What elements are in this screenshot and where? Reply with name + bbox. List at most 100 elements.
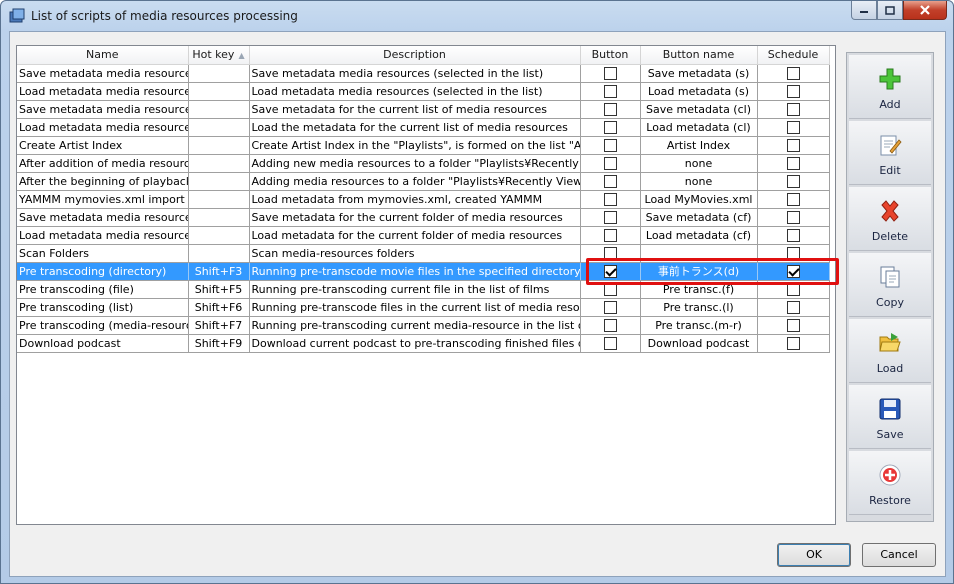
table-row[interactable]: Pre transcoding (list) Shift+F6 Running pr… [17, 298, 830, 317]
edit-button[interactable]: Edit [849, 121, 931, 185]
schedule-enabled-checkbox[interactable] [786, 282, 800, 296]
button-enabled-checkbox[interactable] [603, 228, 617, 242]
cell-hotkey: Shift+F5 [188, 280, 250, 299]
load-button[interactable]: Load [849, 319, 931, 383]
column-header-hotkey[interactable]: Hot key ▲ [188, 46, 250, 65]
maximize-icon [885, 5, 895, 15]
schedule-enabled-checkbox[interactable] [786, 138, 800, 152]
column-header-button-name[interactable]: Button name [640, 46, 758, 65]
minimize-button[interactable] [851, 1, 877, 20]
schedule-enabled-checkbox[interactable] [786, 210, 800, 224]
schedule-enabled-checkbox[interactable] [786, 120, 800, 134]
column-header-label: Description [383, 48, 446, 62]
cell-hotkey: Shift+F6 [188, 298, 250, 317]
title-bar[interactable]: List of scripts of media resources proce… [1, 1, 953, 31]
delete-button[interactable]: Delete [849, 187, 931, 251]
schedule-enabled-checkbox[interactable] [786, 66, 800, 80]
button-enabled-checkbox[interactable] [603, 174, 617, 188]
close-button[interactable] [903, 1, 947, 20]
table-row[interactable]: Save metadata media resources (s Save met… [17, 64, 830, 83]
schedule-enabled-checkbox[interactable] [786, 228, 800, 242]
maximize-button[interactable] [877, 1, 903, 20]
button-enabled-cell [580, 136, 641, 155]
table-row[interactable]: Pre transcoding (directory) Shift+F3 Runni… [17, 262, 830, 281]
schedule-enabled-checkbox[interactable] [786, 300, 800, 314]
schedule-enabled-checkbox[interactable] [786, 174, 800, 188]
cell-hotkey: Shift+F7 [188, 316, 250, 335]
button-enabled-checkbox[interactable] [603, 336, 617, 350]
column-header-description[interactable]: Description [249, 46, 581, 65]
schedule-enabled-cell [757, 118, 830, 137]
schedule-enabled-checkbox[interactable] [786, 246, 800, 260]
cell-hotkey: Shift+F9 [188, 334, 250, 353]
button-enabled-checkbox[interactable] [603, 66, 617, 80]
button-enabled-checkbox[interactable] [603, 300, 617, 314]
schedule-enabled-checkbox[interactable] [786, 336, 800, 350]
ok-button[interactable]: OK [777, 543, 851, 567]
button-enabled-checkbox[interactable] [603, 102, 617, 116]
cell-button-name: Pre transc.(m-r) [640, 316, 758, 335]
restore-button-label: Restore [869, 494, 911, 507]
button-enabled-checkbox[interactable] [603, 120, 617, 134]
cell-hotkey [188, 154, 250, 173]
table-row[interactable]: Save metadata media resources (c Save met… [17, 208, 830, 227]
cell-button-name: Download podcast [640, 334, 758, 353]
button-enabled-checkbox[interactable] [603, 192, 617, 206]
schedule-enabled-checkbox[interactable] [786, 318, 800, 332]
schedule-enabled-cell [757, 82, 830, 101]
table-row[interactable]: Create Artist Index Create Artist Index i… [17, 136, 830, 155]
table-row[interactable]: Pre transcoding (file) Shift+F5 Running pr… [17, 280, 830, 299]
cell-name: After addition of media resource at [17, 154, 189, 173]
column-header-schedule[interactable]: Schedule [757, 46, 830, 65]
table-row[interactable]: Load metadata media resources (s Load met… [17, 82, 830, 101]
button-enabled-checkbox[interactable] [603, 282, 617, 296]
cell-description: Load metadata for the current folder of … [249, 226, 581, 245]
schedule-enabled-checkbox[interactable] [786, 156, 800, 170]
schedule-enabled-checkbox[interactable] [786, 264, 800, 278]
button-enabled-checkbox[interactable] [603, 84, 617, 98]
cell-button-name: Save metadata (cl) [640, 100, 758, 119]
save-button[interactable]: Save [849, 385, 931, 449]
column-header-button[interactable]: Button [580, 46, 641, 65]
restore-icon [879, 464, 901, 486]
button-enabled-checkbox[interactable] [603, 210, 617, 224]
table-row[interactable]: Save metadata media resources (c Save met… [17, 100, 830, 119]
schedule-enabled-checkbox[interactable] [786, 102, 800, 116]
table-row[interactable]: After the beginning of playback of Adding… [17, 172, 830, 191]
table-row[interactable]: Load metadata media resources (c Load met… [17, 226, 830, 245]
cell-description: Load the metadata for the current list o… [249, 118, 581, 137]
table-row[interactable]: Pre transcoding (media-resource) Shift+F7… [17, 316, 830, 335]
scripts-table[interactable]: Name Hot key ▲ Description Button Button … [16, 45, 836, 525]
cell-description: Running pre-transcode movie files in the… [249, 262, 581, 281]
table-row[interactable]: Scan Folders Scan media-resources folders [17, 244, 830, 263]
table-row[interactable]: YAMMM mymovies.xml import Load metadata f… [17, 190, 830, 209]
add-button[interactable]: Add [849, 55, 931, 119]
schedule-enabled-cell [757, 154, 830, 173]
button-enabled-cell [580, 208, 641, 227]
copy-button[interactable]: Copy [849, 253, 931, 317]
button-enabled-cell [580, 118, 641, 137]
button-enabled-checkbox[interactable] [603, 264, 617, 278]
schedule-enabled-checkbox[interactable] [786, 84, 800, 98]
button-enabled-checkbox[interactable] [603, 246, 617, 260]
button-enabled-checkbox[interactable] [603, 138, 617, 152]
cell-button-name: none [640, 154, 758, 173]
schedule-enabled-cell [757, 208, 830, 227]
cell-hotkey: Shift+F3 [188, 262, 250, 281]
table-row[interactable]: Download podcast Shift+F9 Download current… [17, 334, 830, 353]
cell-hotkey [188, 136, 250, 155]
cell-button-name: none [640, 172, 758, 191]
table-row[interactable]: Load metadata media resources (c Load the… [17, 118, 830, 137]
button-enabled-checkbox[interactable] [603, 318, 617, 332]
button-enabled-checkbox[interactable] [603, 156, 617, 170]
restore-button[interactable]: Restore [849, 451, 931, 515]
column-header-label: Button name [662, 48, 735, 62]
cell-button-name [640, 244, 758, 263]
save-button-label: Save [876, 428, 904, 441]
cancel-button[interactable]: Cancel [862, 543, 936, 567]
cell-description: Create Artist Index in the "Playlists", … [249, 136, 581, 155]
cell-name: YAMMM mymovies.xml import [17, 190, 189, 209]
schedule-enabled-checkbox[interactable] [786, 192, 800, 206]
table-row[interactable]: After addition of media resource at Addin… [17, 154, 830, 173]
column-header-name[interactable]: Name [17, 46, 189, 65]
